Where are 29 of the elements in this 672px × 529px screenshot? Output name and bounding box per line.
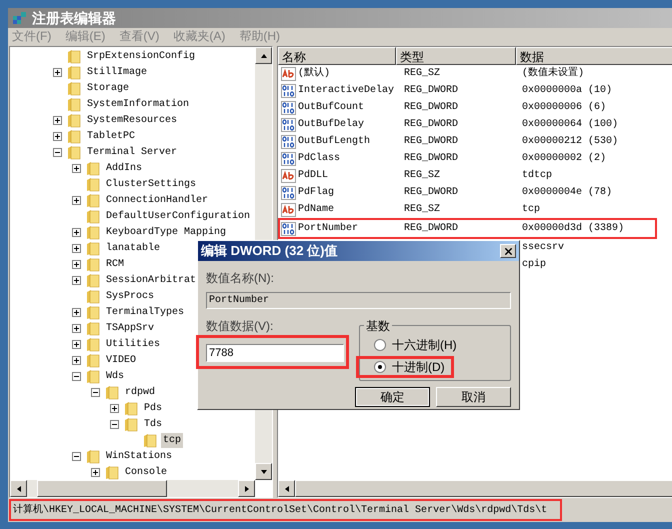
table-cell: REG_DWORD bbox=[404, 223, 458, 234]
table-cell: REG_DWORD bbox=[404, 136, 458, 147]
table-cell: ssecsrv bbox=[522, 242, 564, 253]
value-name-field: PortNumber bbox=[206, 292, 511, 309]
group-label: 基数 bbox=[364, 317, 392, 335]
table-cell: REG_DWORD bbox=[404, 119, 458, 130]
window-title: 注册表编辑器 bbox=[32, 8, 116, 28]
table-cell: 0x00000002 (2) bbox=[522, 153, 606, 164]
table-cell: tdtcp bbox=[522, 170, 552, 181]
field-label: 数值名称(N): bbox=[206, 270, 275, 287]
table-cell: cpip bbox=[522, 259, 546, 270]
table-cell: REG_SZ bbox=[404, 204, 440, 215]
table-cell: REG_DWORD bbox=[404, 102, 458, 113]
table-cell: tcp bbox=[522, 204, 540, 215]
field-label: 数值数据(V): bbox=[206, 318, 274, 335]
table-cell: REG_DWORD bbox=[404, 187, 458, 198]
table-cell: REG_SZ bbox=[404, 170, 440, 181]
table-cell: 0x00000006 (6) bbox=[522, 102, 606, 113]
table-cell: REG_DWORD bbox=[404, 153, 458, 164]
table-cell: (数值未设置) bbox=[522, 68, 584, 79]
status-bar: 计算机\HKEY_LOCAL_MACHINE\SYSTEM\CurrentControlSet\Control\Terminal Server\Wds\rdpwd\Tds\t bbox=[9, 499, 562, 521]
table-cell: 0x0000004e (78) bbox=[522, 187, 612, 198]
table-cell: 0x0000000a (10) bbox=[522, 85, 612, 96]
table-cell: REG_DWORD bbox=[404, 85, 458, 96]
table-cell: 0x00000212 (530) bbox=[522, 136, 618, 147]
table-cell: 0x00000064 (100) bbox=[522, 119, 618, 130]
table-cell: 0x00000d3d (3389) bbox=[522, 223, 624, 234]
dialog-title: 编辑 DWORD (32 位)值 bbox=[201, 242, 338, 260]
table-cell: REG_SZ bbox=[404, 68, 440, 79]
